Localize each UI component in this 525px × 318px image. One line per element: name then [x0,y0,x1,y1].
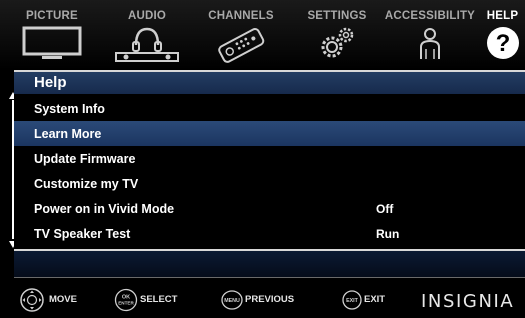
person-icon [420,28,440,59]
brand-logo: INSIGNIA [421,291,515,312]
question-icon: ? [486,27,519,59]
ok-button-icon: OK ENTER [114,288,138,312]
main-menu-tab-bar: PICTURE AUDIO CHANNELS SETTINGS ACCESSIB… [0,0,525,70]
menu-item-label: Update Firmware [34,152,136,166]
menu-item-label: Customize my TV [34,177,139,191]
tab-accessibility-label: ACCESSIBILITY [384,10,476,22]
tab-help[interactable]: HELP ? [480,0,525,70]
exit-button-icon: EXIT [342,290,362,310]
headphones-icon [115,27,179,62]
tab-picture-label: PICTURE [26,10,78,22]
svg-text:ENTER: ENTER [118,301,134,306]
menu-item-value: Run [376,227,400,241]
tab-help-label: HELP [486,10,519,22]
tab-channels[interactable]: CHANNELS [200,0,282,70]
menu-item-label: Learn More [34,127,102,141]
menu-item-learn-more[interactable]: Learn More [14,121,525,146]
gears-icon [321,27,354,58]
description-divider [14,277,525,278]
menu-item-label: System Info [34,102,105,116]
hint-exit-label: EXIT [364,294,386,305]
footer-hint-bar: MOVE OK ENTER SELECT MENU PREVIOUS EXIT … [0,280,525,318]
tv-icon [22,26,82,59]
tab-settings[interactable]: SETTINGS [298,0,376,70]
menu-item-label: Power on in Vivid Mode [34,202,175,216]
menu-item-update-firmware[interactable]: Update Firmware [14,146,525,171]
menu-button-icon: MENU [221,290,243,310]
menu-item-power-on-vivid-mode[interactable]: Power on in Vivid Mode Off [14,196,525,221]
menu-item-customize-my-tv[interactable]: Customize my TV [14,171,525,196]
svg-text:EXIT: EXIT [346,298,359,304]
tab-accessibility[interactable]: ACCESSIBILITY [380,0,480,70]
menu-item-label: TV Speaker Test [34,227,131,241]
tab-picture[interactable]: PICTURE [12,0,92,70]
menu-item-tv-speaker-test[interactable]: TV Speaker Test Run [14,221,525,246]
hint-move-label: MOVE [49,294,77,305]
menu-list: System Info Learn More Update Firmware C… [14,94,525,248]
menu-item-value: Off [376,202,394,216]
svg-text:?: ? [495,30,510,57]
hint-previous-label: PREVIOUS [245,294,295,305]
dpad-icon [20,288,44,312]
tab-audio[interactable]: AUDIO [107,0,187,70]
hint-select-label: SELECT [140,294,178,305]
menu-item-system-info[interactable]: System Info [14,96,525,121]
description-area [14,251,525,277]
menu-title-bar: Help [14,72,525,94]
tab-channels-label: CHANNELS [208,10,274,22]
menu-title: Help [34,74,67,91]
tab-settings-label: SETTINGS [307,10,367,22]
svg-text:MENU: MENU [224,298,240,304]
tab-audio-label: AUDIO [127,10,167,22]
remote-icon [218,28,265,63]
